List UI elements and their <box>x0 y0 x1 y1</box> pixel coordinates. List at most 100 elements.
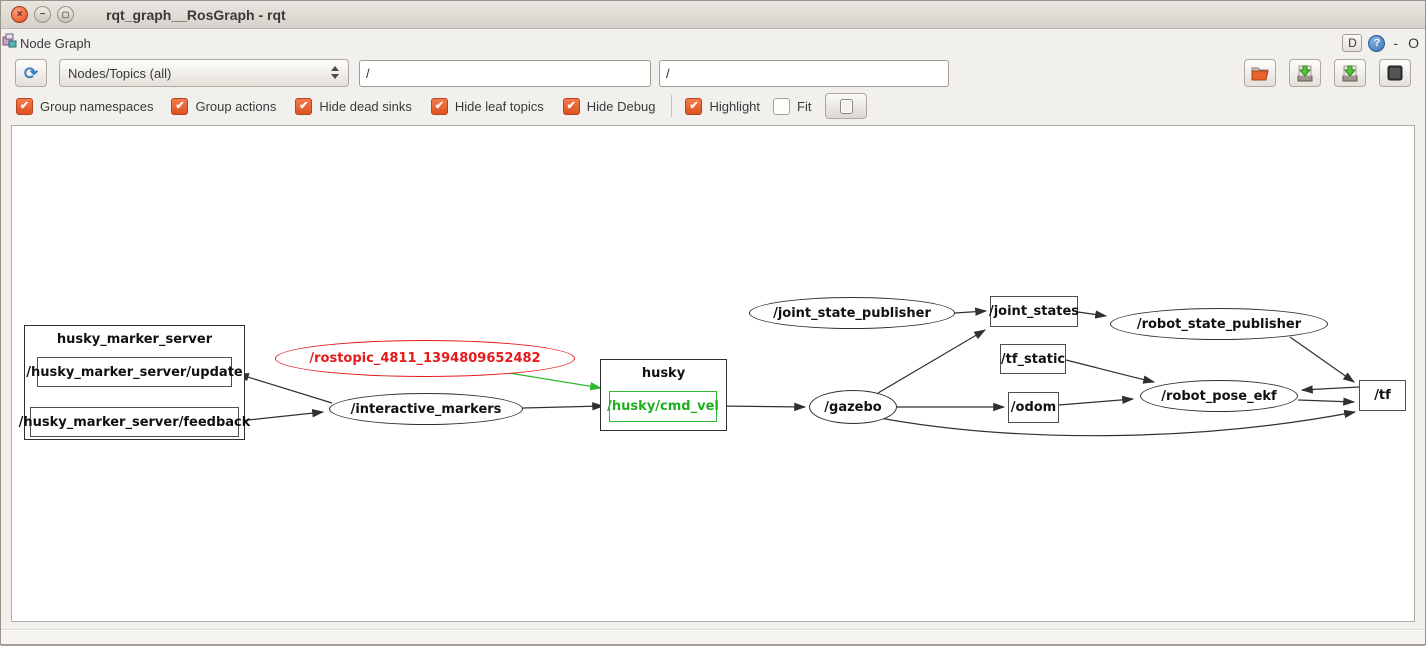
edge-interactive-markers-to-cmd-vel <box>523 406 603 408</box>
fit-in-view-icon <box>840 99 853 114</box>
highlight-label: Highlight <box>709 99 760 114</box>
filter-options-bar: ✔ Group namespaces ✔ Group actions ✔ Hid… <box>1 91 1425 121</box>
node-label: /gazebo <box>824 400 881 415</box>
close-window-button[interactable]: × <box>11 6 28 23</box>
minimize-window-button[interactable]: − <box>34 6 51 23</box>
help-icon[interactable]: ? <box>1368 35 1385 52</box>
edge-tf-to-robot-pose-ekf <box>1302 387 1359 390</box>
toolbar-separator <box>671 95 672 117</box>
fit-option[interactable]: Fit <box>773 98 811 115</box>
node-interactive-markers[interactable]: /interactive_markers <box>329 393 523 425</box>
check-icon: ✔ <box>567 101 576 112</box>
topic-husky-cmd-vel[interactable]: /husky/cmd_vel <box>609 391 717 422</box>
graph-toolbar: ⟳ Nodes/Topics (all) / / <box>1 56 1425 90</box>
group-actions-option[interactable]: ✔ Group actions <box>171 98 276 115</box>
node-label: /joint_state_publisher <box>773 306 931 321</box>
rqt-window: × − ▢ rqt_graph__RosGraph - rqt Node Gra… <box>0 0 1426 645</box>
dark-square-icon <box>1387 65 1403 81</box>
hide-dead-sinks-label: Hide dead sinks <box>319 99 412 114</box>
node-label: /interactive_markers <box>351 402 502 417</box>
fit-label: Fit <box>797 99 811 114</box>
node-robot-pose-ekf[interactable]: /robot_pose_ekf <box>1140 380 1298 412</box>
node-gazebo[interactable]: /gazebo <box>809 390 897 424</box>
group-namespaces-label: Group namespaces <box>40 99 153 114</box>
topic-odom[interactable]: /odom <box>1008 392 1059 423</box>
node-filter-value: / <box>366 66 370 81</box>
highlight-option[interactable]: ✔ Highlight <box>685 98 760 115</box>
topic-label: /joint_states <box>989 304 1079 319</box>
fit-in-view-button[interactable] <box>825 93 867 119</box>
graph-type-value: Nodes/Topics (all) <box>68 66 171 81</box>
check-icon: ✔ <box>175 101 184 112</box>
edge-gazebo-to-tf <box>880 412 1355 436</box>
titlebar: × − ▢ rqt_graph__RosGraph - rqt <box>1 1 1425 29</box>
window-title: rqt_graph__RosGraph - rqt <box>106 7 286 23</box>
node-joint-state-publisher[interactable]: /joint_state_publisher <box>749 297 955 329</box>
graph-canvas[interactable]: husky_marker_server /husky_marker_server… <box>11 125 1415 622</box>
status-bar <box>1 630 1425 646</box>
node-graph-plugin-icon <box>1 32 18 54</box>
node-rostopic[interactable]: /rostopic_4811_1394809652482 <box>275 340 575 377</box>
hide-debug-checkbox[interactable]: ✔ <box>563 98 580 115</box>
hide-dead-sinks-option[interactable]: ✔ Hide dead sinks <box>295 98 412 115</box>
topic-label: /husky_marker_server/feedback <box>19 415 251 430</box>
topic-tf-static[interactable]: /tf_static <box>1000 344 1066 374</box>
save-dot-button[interactable] <box>1289 59 1321 87</box>
folder-open-icon <box>1251 65 1269 81</box>
hide-debug-option[interactable]: ✔ Hide Debug <box>563 98 656 115</box>
hide-dead-sinks-checkbox[interactable]: ✔ <box>295 98 312 115</box>
check-icon: ✔ <box>20 101 29 112</box>
load-dot-button[interactable] <box>1244 59 1276 87</box>
save-down-arrow-icon <box>1296 65 1314 82</box>
cluster-title: husky <box>601 366 726 381</box>
plugin-minimize-button[interactable]: - <box>1391 35 1400 51</box>
edge-feedback-to-interactive-markers <box>239 412 323 421</box>
edge-cmd-vel-to-gazebo <box>717 406 805 407</box>
topic-tf[interactable]: /tf <box>1359 380 1406 411</box>
node-robot-state-publisher[interactable]: /robot_state_publisher <box>1110 308 1328 340</box>
hide-leaf-topics-label: Hide leaf topics <box>455 99 544 114</box>
refresh-graph-button[interactable]: ⟳ <box>15 59 47 87</box>
graph-type-combobox[interactable]: Nodes/Topics (all) <box>59 59 349 87</box>
highlight-checkbox[interactable]: ✔ <box>685 98 702 115</box>
edge-robot-state-publisher-to-tf <box>1290 337 1354 382</box>
screenshot-button[interactable] <box>1379 59 1411 87</box>
edge-joint-states-to-robot-state-publisher <box>1078 312 1106 316</box>
plugin-float-button[interactable]: O <box>1406 35 1421 51</box>
combo-spinner-icon <box>331 66 339 79</box>
topic-filter-value: / <box>666 66 670 81</box>
check-icon: ✔ <box>689 101 698 112</box>
hide-leaf-topics-option[interactable]: ✔ Hide leaf topics <box>431 98 544 115</box>
topic-filter-input[interactable]: / <box>659 60 949 87</box>
node-filter-input[interactable]: / <box>359 60 651 87</box>
topic-label: /odom <box>1011 400 1056 415</box>
topic-joint-states[interactable]: /joint_states <box>990 296 1078 327</box>
node-label: /robot_state_publisher <box>1137 317 1301 332</box>
hide-leaf-topics-checkbox[interactable]: ✔ <box>431 98 448 115</box>
save-image-button[interactable] <box>1334 59 1366 87</box>
topic-label: /husky/cmd_vel <box>607 399 719 414</box>
topic-label: /tf_static <box>1001 352 1065 367</box>
group-namespaces-option[interactable]: ✔ Group namespaces <box>16 98 153 115</box>
plugin-title: Node Graph <box>20 36 91 51</box>
maximize-window-button[interactable]: ▢ <box>57 6 74 23</box>
plugin-titlebar: Node Graph D ? - O <box>1 30 1425 56</box>
edge-robot-pose-ekf-to-tf <box>1298 400 1354 402</box>
edge-tf-static-to-robot-pose-ekf <box>1066 360 1154 382</box>
edge-odom-to-robot-pose-ekf <box>1059 399 1133 405</box>
topic-label: /tf <box>1374 388 1391 403</box>
topic-husky-marker-server-feedback[interactable]: /husky_marker_server/feedback <box>30 407 239 437</box>
node-label: /robot_pose_ekf <box>1161 389 1276 404</box>
topic-husky-marker-server-update[interactable]: /husky_marker_server/update <box>37 357 232 387</box>
window-controls: × − ▢ <box>11 6 74 23</box>
edge-joint-state-publisher-to-joint-states <box>955 311 986 313</box>
group-namespaces-checkbox[interactable]: ✔ <box>16 98 33 115</box>
node-label: /rostopic_4811_1394809652482 <box>309 351 540 366</box>
edge-interactive-markers-to-update <box>238 374 332 403</box>
dock-button[interactable]: D <box>1342 34 1362 52</box>
group-actions-checkbox[interactable]: ✔ <box>171 98 188 115</box>
refresh-icon: ⟳ <box>24 65 38 82</box>
cluster-title: husky_marker_server <box>25 332 244 347</box>
topic-label: /husky_marker_server/update <box>26 365 242 380</box>
fit-checkbox[interactable] <box>773 98 790 115</box>
